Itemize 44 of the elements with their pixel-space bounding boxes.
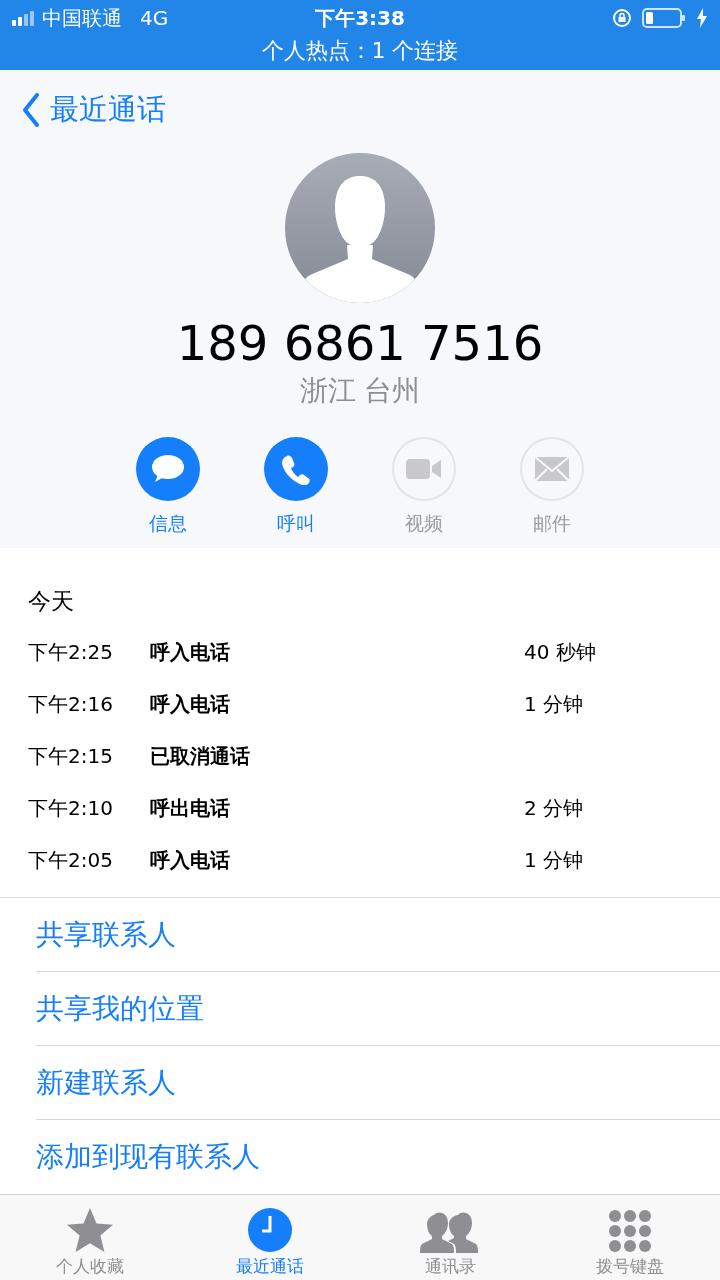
call-type: 呼入电话 bbox=[150, 690, 231, 718]
battery-icon bbox=[642, 8, 686, 28]
tab-item[interactable]: 通讯录 bbox=[360, 1195, 540, 1280]
call-time: 下午2:25 bbox=[28, 638, 114, 666]
call-type: 已取消通话 bbox=[150, 742, 251, 770]
speech-bubble-icon bbox=[151, 454, 185, 484]
phone-icon bbox=[280, 453, 312, 485]
tab-item[interactable]: 最近通话 bbox=[180, 1195, 360, 1280]
call-type: 呼入电话 bbox=[150, 638, 231, 666]
envelope-icon bbox=[535, 457, 569, 481]
call-time: 下午2:10 bbox=[28, 794, 114, 822]
signal-icon bbox=[12, 10, 36, 26]
call-time: 下午2:15 bbox=[28, 742, 114, 770]
call-type: 呼出电话 bbox=[150, 794, 231, 822]
charging-icon bbox=[696, 8, 708, 28]
call-duration: 1 分钟 bbox=[524, 690, 584, 718]
call-time: 下午2:05 bbox=[28, 846, 114, 874]
call-duration: 1 分钟 bbox=[524, 846, 584, 874]
contacts-icon bbox=[420, 1211, 480, 1253]
phone-number: 189 6861 7516 bbox=[176, 315, 544, 371]
section-heading: 今天 bbox=[28, 587, 75, 616]
call-duration: 2 分钟 bbox=[524, 794, 584, 822]
tab-item[interactable]: 拨号键盘 bbox=[540, 1195, 720, 1280]
call-time: 下午2:16 bbox=[28, 690, 114, 718]
tab-item[interactable]: 个人收藏 bbox=[0, 1195, 180, 1280]
location-label: 浙江 台州 bbox=[299, 373, 421, 409]
option-link[interactable]: 新建联系人 bbox=[36, 1063, 176, 1102]
option-link[interactable]: 共享我的位置 bbox=[36, 989, 204, 1028]
carrier-name: 中国联通 bbox=[42, 4, 122, 32]
back-chevron-icon bbox=[22, 93, 40, 127]
star-icon bbox=[65, 1207, 115, 1253]
network-type: 4G bbox=[140, 6, 169, 30]
call-duration: 40 秒钟 bbox=[524, 638, 596, 666]
keypad-icon bbox=[608, 1209, 652, 1253]
status-time: 下午3:38 bbox=[314, 4, 406, 32]
option-link[interactable]: 添加到现有联系人 bbox=[36, 1138, 260, 1176]
hotspot-status: 个人热点：1 个连接 bbox=[260, 37, 460, 65]
back-button[interactable]: 最近通话 bbox=[22, 90, 166, 130]
rotation-lock-icon bbox=[612, 8, 632, 28]
video-camera-icon bbox=[406, 457, 442, 481]
call-type: 呼入电话 bbox=[150, 846, 231, 874]
clock-icon bbox=[247, 1207, 293, 1253]
avatar-icon bbox=[285, 153, 435, 303]
option-link[interactable]: 共享联系人 bbox=[36, 915, 176, 954]
